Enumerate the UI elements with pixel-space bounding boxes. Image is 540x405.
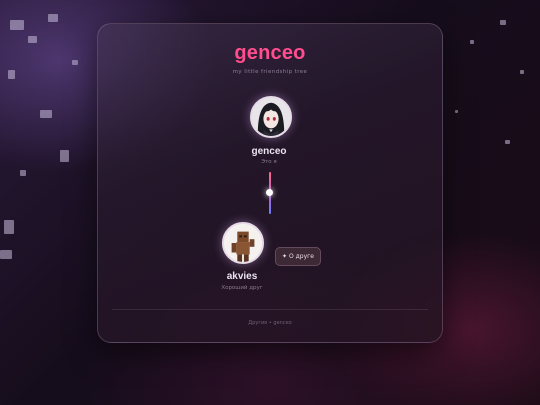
child-avatar[interactable] bbox=[222, 222, 264, 264]
about-friend-button[interactable]: ✦ О друге bbox=[275, 247, 321, 266]
page-tagline: my little friendship tree bbox=[232, 69, 308, 75]
footer-text: Другие • genceo bbox=[248, 320, 292, 326]
root-name[interactable]: genceo bbox=[219, 146, 319, 157]
footer-divider bbox=[112, 309, 428, 310]
root-avatar[interactable] bbox=[250, 96, 292, 138]
sparkle-icon: ✦ bbox=[281, 253, 288, 260]
minecraft-character-avatar-icon bbox=[224, 224, 262, 262]
about-friend-label: О друге bbox=[289, 253, 314, 260]
page-title: genceo bbox=[234, 42, 306, 64]
child-name[interactable]: akvies bbox=[192, 271, 292, 282]
tree-node-dot bbox=[266, 189, 273, 196]
child-subtitle: Хороший друг bbox=[221, 285, 263, 291]
root-subtitle: Это я bbox=[261, 159, 277, 165]
tree-card: genceo my little friendship tree genceo … bbox=[97, 23, 443, 343]
anime-girl-avatar-icon bbox=[252, 98, 290, 136]
